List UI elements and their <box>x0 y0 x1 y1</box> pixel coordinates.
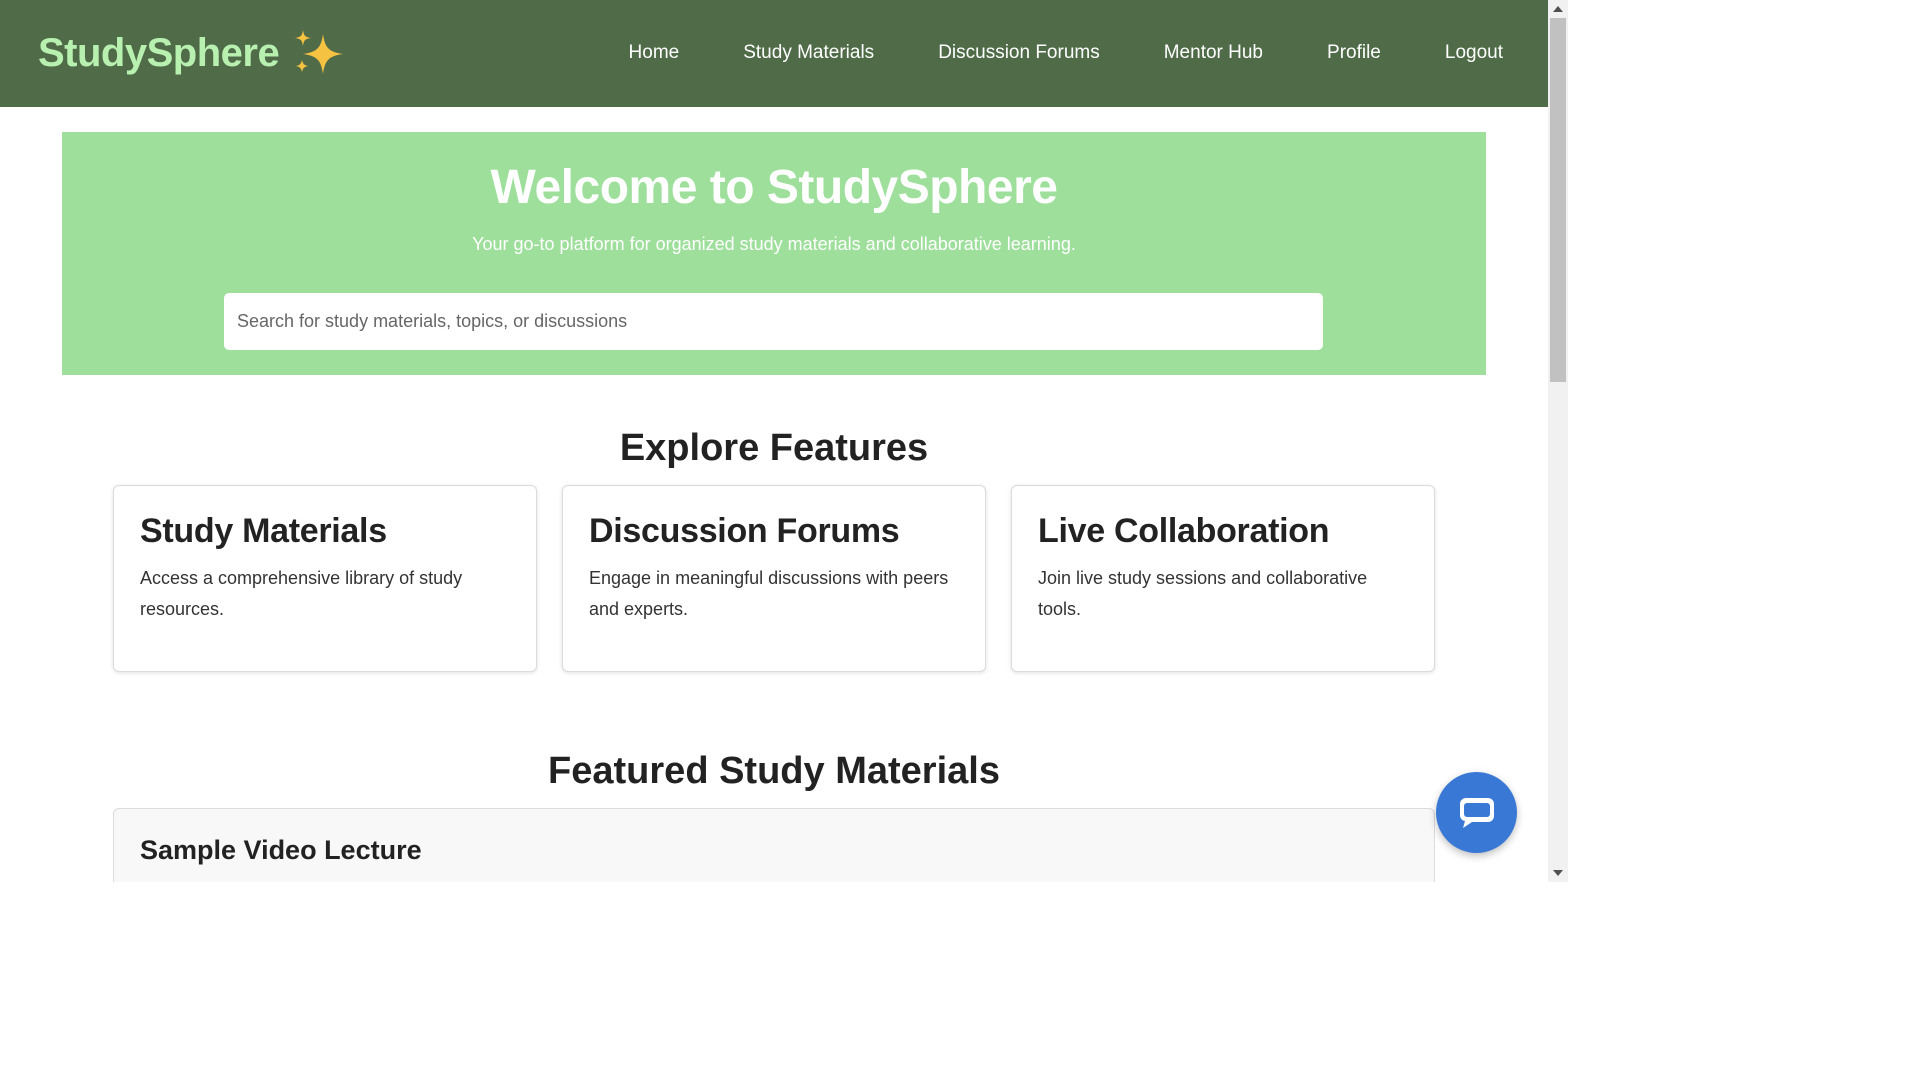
featured-materials-heading: Featured Study Materials <box>548 750 1000 792</box>
feature-card-live-collaboration[interactable]: Live Collaboration Join live study sessi… <box>1011 485 1435 672</box>
feature-card-study-materials[interactable]: Study Materials Access a comprehensive l… <box>113 485 537 672</box>
material-title: Sample Video Lecture <box>140 835 422 865</box>
hero-banner: Welcome to StudySphere Your go-to platfo… <box>62 132 1486 375</box>
vertical-scrollbar[interactable] <box>1548 0 1568 882</box>
feature-card-title: Study Materials <box>140 512 387 550</box>
chat-bubble-icon <box>1459 797 1494 828</box>
nav-link-home[interactable]: Home <box>629 40 680 66</box>
page-viewport: StudySphere Home Study Materials Discuss… <box>0 0 1548 882</box>
search-input[interactable] <box>224 293 1323 350</box>
nav-link-logout[interactable]: Logout <box>1445 40 1503 66</box>
scroll-down-arrow-icon[interactable] <box>1548 864 1568 882</box>
feature-card-description: Engage in meaningful discussions with pe… <box>589 568 949 619</box>
nav-link-study-materials[interactable]: Study Materials <box>743 40 874 66</box>
scrollbar-thumb[interactable] <box>1550 18 1566 382</box>
nav-link-mentor-hub[interactable]: Mentor Hub <box>1164 40 1263 66</box>
feature-card-discussion-forums[interactable]: Discussion Forums Engage in meaningful d… <box>562 485 986 672</box>
material-item[interactable]: Sample Video Lecture <box>113 808 1435 882</box>
hero-subtitle: Your go-to platform for organized study … <box>472 234 1076 254</box>
hero-title: Welcome to StudySphere <box>490 161 1058 214</box>
brand-name: StudySphere <box>38 30 280 75</box>
feature-card-title: Live Collaboration <box>1038 512 1330 550</box>
top-navbar: StudySphere Home Study Materials Discuss… <box>0 0 1548 107</box>
feature-card-title: Discussion Forums <box>589 512 900 550</box>
features-heading: Explore Features <box>619 427 929 469</box>
scroll-up-arrow-icon[interactable] <box>1548 0 1568 18</box>
nav-link-discussion-forums[interactable]: Discussion Forums <box>938 40 1100 66</box>
sparkles-icon <box>295 30 344 74</box>
brand-logo[interactable]: StudySphere <box>38 28 345 78</box>
nav-link-profile[interactable]: Profile <box>1327 40 1381 66</box>
chat-button[interactable] <box>1436 772 1517 853</box>
feature-card-description: Join live study sessions and collaborati… <box>1038 568 1368 619</box>
main-nav: Home Study Materials Discussion Forums M… <box>565 40 1503 66</box>
feature-card-description: Access a comprehensive library of study … <box>140 568 463 619</box>
